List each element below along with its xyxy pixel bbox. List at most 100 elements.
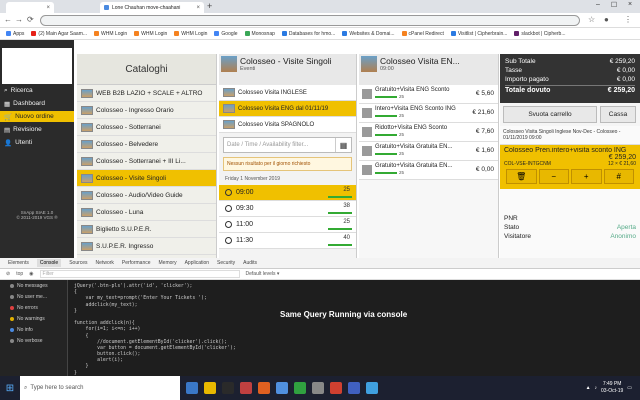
- time-slot[interactable]: 09:00 25: [219, 185, 356, 201]
- taskbar-app-icon[interactable]: [258, 382, 270, 394]
- sidebar-item-ricerca[interactable]: ⌕ Ricerca: [0, 85, 74, 96]
- ticket-item[interactable]: Intero+Visita ENG Sconto ING € 21,60 25: [359, 104, 498, 123]
- calendar-icon[interactable]: ▦: [335, 138, 351, 152]
- catalog-item[interactable]: Colosseo - Luna: [77, 204, 216, 221]
- bookmark-item[interactable]: Monosnap: [244, 31, 275, 37]
- minimize-icon[interactable]: –: [590, 1, 606, 8]
- taskbar-app-icon[interactable]: [330, 382, 342, 394]
- catalog-item[interactable]: Biglietto S.U.P.E.R.: [77, 221, 216, 238]
- devtools-tab-application[interactable]: Application: [185, 260, 209, 266]
- taskbar-app-icon[interactable]: [222, 382, 234, 394]
- browser-tab-blank[interactable]: ×: [6, 2, 54, 13]
- sidebar-item-utenti[interactable]: 👤 Utenti: [0, 137, 74, 148]
- devtools-tab-memory[interactable]: Memory: [159, 260, 177, 266]
- new-tab-button[interactable]: +: [207, 1, 212, 11]
- console-output[interactable]: jQuery('.btn-pls').attr('id', 'clicker')…: [68, 280, 640, 376]
- catalog-item[interactable]: WEB B2B LAZIO + SCALE + ALTRO: [77, 85, 216, 102]
- cart-line-item[interactable]: Colosseo Pren.intero+visita sconto ING €…: [500, 145, 640, 189]
- catalog-item[interactable]: Colosseo - Visite Singoli: [77, 170, 216, 187]
- taskbar-app-icon[interactable]: [348, 382, 360, 394]
- time-slot[interactable]: 11:30 40: [219, 233, 356, 249]
- bookmark-item[interactable]: Databases for hmo...: [281, 31, 335, 37]
- volume-icon[interactable]: ♪: [595, 385, 598, 391]
- clear-console-icon[interactable]: ⊘: [6, 271, 10, 277]
- plus-button[interactable]: +: [571, 169, 602, 184]
- reload-button[interactable]: ⟳: [27, 15, 34, 24]
- notifications-icon[interactable]: ▭: [627, 385, 632, 391]
- sidebar-item-revisione[interactable]: ▤ Revisione: [0, 124, 74, 135]
- bookmark-item[interactable]: Websites & Domai...: [342, 31, 395, 37]
- forward-button[interactable]: →: [15, 15, 23, 24]
- back-button[interactable]: ←: [4, 15, 12, 24]
- menu-icon[interactable]: ⋮: [624, 15, 632, 24]
- time-slot[interactable]: 11:00 25: [219, 217, 356, 233]
- taskbar-app-icon[interactable]: [294, 382, 306, 394]
- console-filter-item[interactable]: No warnings: [0, 313, 67, 324]
- log-levels-select[interactable]: Default levels ▾: [246, 271, 280, 277]
- catalog-item[interactable]: Colosseo - Belvedere: [77, 136, 216, 153]
- event-item[interactable]: Colosseo Visita INGLESE: [219, 85, 356, 101]
- catalog-item[interactable]: Colosseo - Ingresso Orario: [77, 102, 216, 119]
- devtools-tab-security[interactable]: Security: [217, 260, 235, 266]
- ticket-add-icon[interactable]: [362, 89, 372, 99]
- devtools-tab-console[interactable]: Console: [36, 259, 62, 267]
- bookmark-item[interactable]: (2) Main Agar Saam...: [31, 31, 87, 37]
- taskbar-app-icon[interactable]: [276, 382, 288, 394]
- browser-tab-active[interactable]: Lone Chauhan move-chaahani ×: [100, 2, 204, 13]
- taskbar-app-icon[interactable]: [186, 382, 198, 394]
- ticket-item[interactable]: Gratuito+Visita Gratuita EN... € 0,00 25: [359, 161, 498, 180]
- catalog-item[interactable]: Colosseo - Sotterranei: [77, 119, 216, 136]
- bookmark-item[interactable]: WHM Login: [94, 31, 127, 37]
- close-icon[interactable]: ×: [196, 5, 200, 11]
- devtools-tab-network[interactable]: Network: [96, 260, 114, 266]
- address-bar[interactable]: [40, 15, 580, 26]
- close-icon[interactable]: ×: [46, 5, 50, 11]
- hash-button[interactable]: #: [603, 169, 634, 184]
- taskbar-app-icon[interactable]: [204, 382, 216, 394]
- sidebar-item-nuovo-ordine[interactable]: 🛒 Nuovo ordine: [0, 111, 74, 122]
- ticket-add-icon[interactable]: [362, 127, 372, 137]
- ticket-item[interactable]: Gratuito+Visita ENG Sconto € 5,60 25: [359, 85, 498, 104]
- ticket-item[interactable]: Ridotto+Visita ENG Sconto € 7,60 25: [359, 123, 498, 142]
- eye-icon[interactable]: ◉: [29, 271, 33, 277]
- date-filter-input[interactable]: Date / Time / Availability filter... ▦: [223, 137, 352, 153]
- taskbar-app-icon[interactable]: [312, 382, 324, 394]
- ticket-add-icon[interactable]: [362, 165, 372, 175]
- ticket-add-icon[interactable]: [362, 108, 372, 118]
- console-filter-item[interactable]: No verbose: [0, 335, 67, 346]
- minus-button[interactable]: −: [538, 169, 569, 184]
- console-filter-item[interactable]: No messages: [0, 280, 67, 291]
- empty-cart-button[interactable]: Svuota carrello: [503, 106, 597, 123]
- console-filter-input[interactable]: Filter: [39, 270, 240, 278]
- devtools-tab-sources[interactable]: Sources: [69, 260, 87, 266]
- checkout-button[interactable]: Cassa: [600, 106, 636, 123]
- bookmark-item[interactable]: WHM Login: [174, 31, 207, 37]
- trash-button[interactable]: 🗑: [506, 169, 537, 184]
- ticket-item[interactable]: Gratuito+Visita Gratuita EN... € 1,60 25: [359, 142, 498, 161]
- windows-start-icon[interactable]: ⊞: [0, 376, 20, 400]
- catalog-item[interactable]: S.U.P.E.R. Ingresso: [77, 238, 216, 255]
- clock[interactable]: 7:49 PM 03-Oct-19: [601, 381, 623, 395]
- sidebar-item-dashboard[interactable]: ▦ Dashboard: [0, 98, 74, 109]
- bookmark-item[interactable]: WHM Login: [134, 31, 167, 37]
- devtools-tab-elements[interactable]: Elements: [8, 260, 29, 266]
- bookmark-item[interactable]: Visitlist | Cipherbrain...: [450, 31, 507, 37]
- console-filter-item[interactable]: No info: [0, 324, 67, 335]
- star-icon[interactable]: ☆: [588, 15, 595, 24]
- bookmark-item[interactable]: slackbot | Cipherb...: [514, 31, 566, 37]
- taskbar-app-icon[interactable]: [366, 382, 378, 394]
- taskbar-search[interactable]: ⌕ Type here to search: [20, 376, 180, 400]
- catalog-item[interactable]: Colosseo - Sotterranei + III Li...: [77, 153, 216, 170]
- bookmark-item[interactable]: cPanel Redirect: [401, 31, 444, 37]
- bookmark-item[interactable]: Google: [214, 31, 238, 37]
- time-slot[interactable]: 09:30 38: [219, 201, 356, 217]
- event-item[interactable]: Colosseo Visita SPAGNOLO: [219, 117, 356, 133]
- event-item[interactable]: Colosseo Visita ENG dal 01/11/19: [219, 101, 356, 117]
- context-select[interactable]: top: [16, 271, 23, 277]
- console-filter-item[interactable]: No errors: [0, 302, 67, 313]
- maximize-icon[interactable]: ☐: [606, 1, 622, 9]
- catalog-item[interactable]: Colosseo - Audio/Video Guide: [77, 187, 216, 204]
- window-close-icon[interactable]: ×: [622, 1, 638, 8]
- devtools-tab-audits[interactable]: Audits: [243, 260, 257, 266]
- ticket-add-icon[interactable]: [362, 146, 372, 156]
